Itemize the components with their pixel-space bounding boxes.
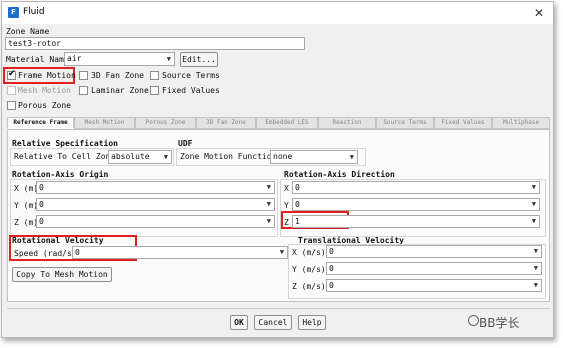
chevron-down-icon[interactable]: ▼: [280, 247, 284, 258]
relative-to-cell-zone-value: absolute: [111, 152, 150, 161]
origin-z-input[interactable]: 0 ▼: [36, 215, 275, 228]
origin-x-label: X (m): [14, 184, 39, 193]
trans-y-input[interactable]: 0 ▼: [326, 262, 542, 275]
speed-label: Speed (rad/s): [14, 249, 77, 258]
origin-z-value: 0: [39, 217, 44, 226]
frame-motion-checkbox[interactable]: [7, 69, 16, 80]
help-button[interactable]: Help: [298, 315, 326, 330]
button-separator: [7, 308, 550, 309]
mesh-motion-label: Mesh Motion: [18, 86, 71, 95]
direction-y-label: Y: [284, 201, 289, 210]
direction-z-label: Z: [284, 218, 289, 227]
trans-y-label: Y (m/s): [292, 265, 326, 274]
zone-name-input[interactable]: test3-rotor: [5, 37, 305, 50]
trans-x-input[interactable]: 0 ▼: [326, 245, 542, 258]
fluent-app-icon: F: [8, 7, 19, 18]
frame-motion-label: Frame Motion: [18, 71, 76, 80]
window-title: Fluid: [23, 7, 45, 17]
chevron-down-icon[interactable]: ▼: [532, 199, 536, 210]
chevron-down-icon[interactable]: ▼: [267, 199, 271, 210]
rotation-axis-origin-title: Rotation-Axis Origin: [12, 170, 109, 179]
laminar-zone-checkbox[interactable]: [79, 86, 88, 95]
relative-specification-title: Relative Specification: [12, 139, 118, 148]
rotational-velocity-title: Rotational Velocity: [12, 236, 104, 245]
tab-multiphase[interactable]: Multiphase: [492, 117, 550, 129]
trans-z-input[interactable]: 0 ▼: [326, 279, 542, 292]
chevron-down-icon: ▼: [163, 153, 168, 161]
fan-zone-checkbox[interactable]: [79, 71, 88, 80]
zone-motion-function-select[interactable]: none ▼: [270, 150, 358, 164]
material-select[interactable]: air ▼: [64, 52, 175, 66]
direction-x-label: X: [284, 184, 289, 193]
tab-porous-zone[interactable]: Porous Zone: [135, 117, 196, 129]
porous-zone-label: Porous Zone: [18, 101, 71, 110]
cancel-button[interactable]: Cancel: [254, 315, 292, 330]
wechat-logo-icon: [468, 315, 479, 326]
direction-x-input[interactable]: 0 ▼: [292, 181, 540, 194]
zone-motion-function-label: Zone Motion Function: [180, 152, 277, 161]
fluid-dialog: F Fluid ✕ Zone Name test3-rotor Material…: [1, 1, 554, 338]
tab-mesh-motion[interactable]: Mesh Motion: [74, 117, 135, 129]
copy-to-mesh-motion-button[interactable]: Copy To Mesh Motion: [12, 267, 112, 282]
origin-x-value: 0: [39, 183, 44, 192]
source-terms-checkbox[interactable]: [150, 71, 159, 80]
chevron-down-icon: ▼: [166, 55, 171, 63]
chevron-down-icon[interactable]: ▼: [534, 263, 538, 274]
trans-x-value: 0: [329, 247, 334, 256]
trans-x-label: X (m/s): [292, 248, 326, 257]
ok-button[interactable]: OK: [230, 315, 248, 330]
material-select-value: air: [67, 54, 82, 63]
direction-y-value: 0: [295, 200, 300, 209]
origin-y-label: Y (m): [14, 201, 39, 210]
trans-z-label: Z (m/s): [292, 282, 326, 291]
fan-zone-label: 3D Fan Zone: [91, 71, 144, 80]
close-icon[interactable]: ✕: [531, 5, 547, 21]
tab-reference-frame[interactable]: Reference Frame: [7, 117, 74, 129]
origin-z-label: Z (m): [14, 218, 39, 227]
zone-name-label: Zone Name: [6, 27, 50, 36]
chevron-down-icon[interactable]: ▼: [534, 246, 538, 257]
chevron-down-icon[interactable]: ▼: [532, 182, 536, 193]
tab-3d-fan-zone[interactable]: 3D Fan Zone: [196, 117, 256, 129]
zone-motion-function-value: none: [273, 152, 293, 161]
chevron-down-icon[interactable]: ▼: [532, 216, 536, 227]
edit-material-button[interactable]: Edit...: [180, 52, 218, 67]
tab-fixed-values[interactable]: Fixed Values: [434, 117, 492, 129]
chevron-down-icon: ▼: [349, 153, 354, 161]
origin-y-value: 0: [39, 200, 44, 209]
direction-x-value: 0: [295, 183, 300, 192]
tab-embedded-les[interactable]: Embedded LES: [256, 117, 318, 129]
material-name-label: Material Name: [6, 55, 69, 64]
relative-to-cell-zone-label: Relative To Cell Zone: [14, 152, 116, 161]
source-terms-label: Source Terms: [162, 71, 220, 80]
direction-z-input[interactable]: 1 ▼: [292, 215, 540, 228]
tab-source-terms[interactable]: Source Terms: [376, 117, 434, 129]
reference-frame-panel: Relative Specification Relative To Cell …: [7, 129, 550, 302]
speed-input[interactable]: 0 ▼: [72, 246, 288, 259]
mesh-motion-checkbox[interactable]: [7, 86, 16, 95]
chevron-down-icon[interactable]: ▼: [534, 280, 538, 291]
tab-reaction[interactable]: Reaction: [318, 117, 376, 129]
watermark-text: BB学长: [479, 316, 520, 330]
chevron-down-icon[interactable]: ▼: [267, 216, 271, 227]
origin-x-input[interactable]: 0 ▼: [36, 181, 275, 194]
direction-z-value: 1: [295, 217, 300, 226]
trans-y-value: 0: [329, 264, 334, 273]
title-bar: F Fluid ✕: [2, 2, 553, 24]
trans-z-value: 0: [329, 281, 334, 290]
relative-to-cell-zone-select[interactable]: absolute ▼: [108, 150, 172, 164]
speed-value: 0: [75, 248, 80, 257]
fixed-values-checkbox[interactable]: [150, 86, 159, 95]
origin-y-input[interactable]: 0 ▼: [36, 198, 275, 211]
porous-zone-checkbox[interactable]: [7, 101, 16, 110]
rotation-axis-direction-title: Rotation-Axis Direction: [284, 170, 395, 179]
udf-title: UDF: [178, 139, 193, 148]
fixed-values-label: Fixed Values: [162, 86, 220, 95]
direction-y-input[interactable]: 0 ▼: [292, 198, 540, 211]
chevron-down-icon[interactable]: ▼: [267, 182, 271, 193]
laminar-zone-label: Laminar Zone: [91, 86, 149, 95]
